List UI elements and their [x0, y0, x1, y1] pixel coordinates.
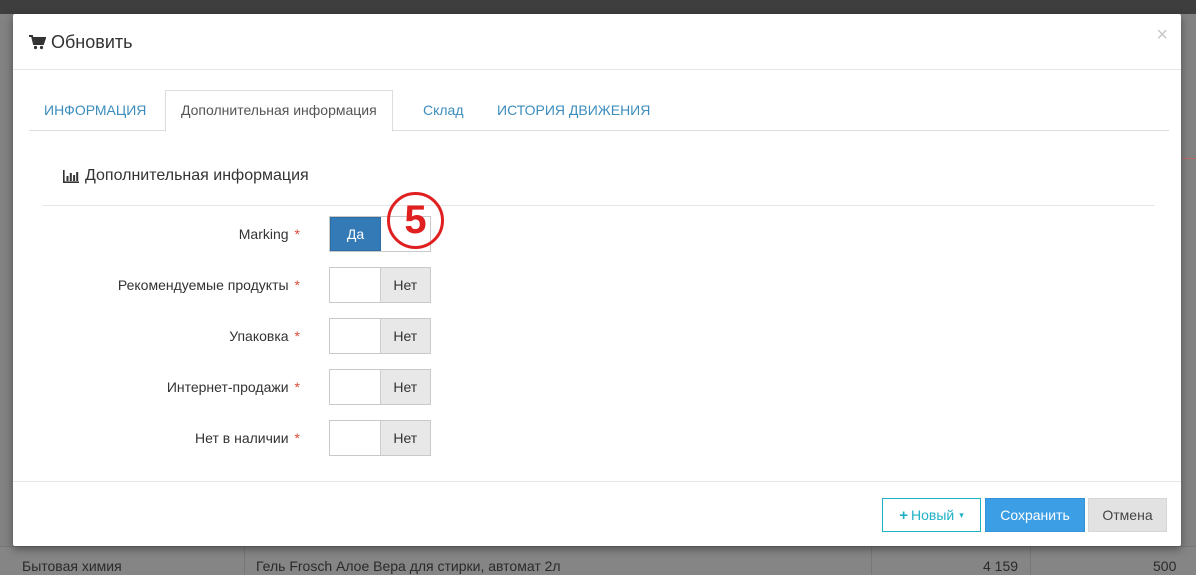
top-navbar	[0, 0, 1196, 14]
toggle-blank	[330, 268, 380, 302]
table-row[interactable]: Бытовая химия Гель Frosch Алое Вера для …	[0, 546, 1196, 575]
tab-information[interactable]: ИНФОРМАЦИЯ	[29, 90, 161, 131]
internet-sales-toggle[interactable]: Нет	[329, 369, 431, 405]
field-marking: Marking * Да	[13, 216, 613, 252]
section-divider	[43, 205, 1155, 206]
modal-footer: + Новый ▾ Сохранить Отмена	[13, 481, 1181, 546]
field-label: Упаковка *	[229, 328, 300, 344]
packaging-toggle[interactable]: Нет	[329, 318, 431, 354]
field-internet-sales: Интернет-продажи * Нет	[13, 369, 613, 405]
field-packaging: Упаковка * Нет	[13, 318, 613, 354]
cancel-button[interactable]: Отмена	[1088, 498, 1167, 532]
background-divider	[1182, 158, 1196, 159]
modal-header: Обновить ×	[13, 14, 1181, 70]
toggle-blank	[330, 421, 380, 455]
toggle-blank	[330, 319, 380, 353]
recommended-products-toggle[interactable]: Нет	[329, 267, 431, 303]
field-out-of-stock: Нет в наличии * Нет	[13, 420, 613, 456]
toggle-off-label: Нет	[379, 370, 430, 404]
column-divider	[1030, 547, 1031, 575]
bar-chart-icon	[63, 169, 79, 183]
column-divider	[244, 547, 245, 575]
cell-product: Гель Frosch Алое Вера для стирки, автома…	[256, 558, 561, 574]
toggle-on-label: Да	[330, 217, 381, 251]
new-button-label: Новый	[911, 507, 955, 523]
field-label: Нет в наличии *	[195, 430, 300, 446]
new-dropdown-button[interactable]: + Новый ▾	[882, 498, 981, 532]
toggle-blank	[330, 370, 380, 404]
update-modal: Обновить × ИНФОРМАЦИЯ Дополнительная инф…	[13, 14, 1181, 546]
tab-movement-history[interactable]: ИСТОРИЯ ДВИЖЕНИЯ	[482, 90, 665, 131]
cell-value1: 4 159	[983, 558, 1019, 574]
section-title: Дополнительная информация	[63, 167, 309, 185]
required-marker: *	[294, 379, 300, 395]
step-number-annotation: 5	[387, 192, 444, 249]
toggle-off-label: Нет	[379, 319, 430, 353]
field-label: Интернет-продажи *	[166, 379, 300, 395]
save-button[interactable]: Сохранить	[985, 498, 1085, 532]
close-icon[interactable]: ×	[1156, 24, 1168, 47]
plus-icon: +	[899, 506, 908, 524]
modal-title: Обновить	[29, 32, 133, 53]
required-marker: *	[294, 226, 300, 242]
cell-value2: 500	[1153, 558, 1177, 574]
shopping-cart-icon	[29, 35, 46, 50]
chevron-down-icon: ▾	[959, 509, 964, 520]
field-label: Marking *	[238, 226, 300, 242]
column-divider	[871, 547, 872, 575]
required-marker: *	[294, 277, 300, 293]
modal-title-text: Обновить	[51, 32, 133, 52]
cell-category: Бытовая химия	[22, 558, 122, 574]
toggle-off-label: Нет	[379, 268, 430, 302]
field-label: Рекомендуемые продукты *	[117, 277, 300, 293]
field-recommended-products: Рекомендуемые продукты * Нет	[13, 267, 613, 303]
required-marker: *	[294, 328, 300, 344]
tab-bar: ИНФОРМАЦИЯ Дополнительная информация Скл…	[29, 90, 1169, 132]
out-of-stock-toggle[interactable]: Нет	[329, 420, 431, 456]
required-marker: *	[294, 430, 300, 446]
tab-additional-information[interactable]: Дополнительная информация	[165, 90, 393, 132]
tab-warehouse[interactable]: Склад	[408, 90, 479, 131]
toggle-off-label: Нет	[379, 421, 430, 455]
section-title-text: Дополнительная информация	[85, 167, 309, 184]
